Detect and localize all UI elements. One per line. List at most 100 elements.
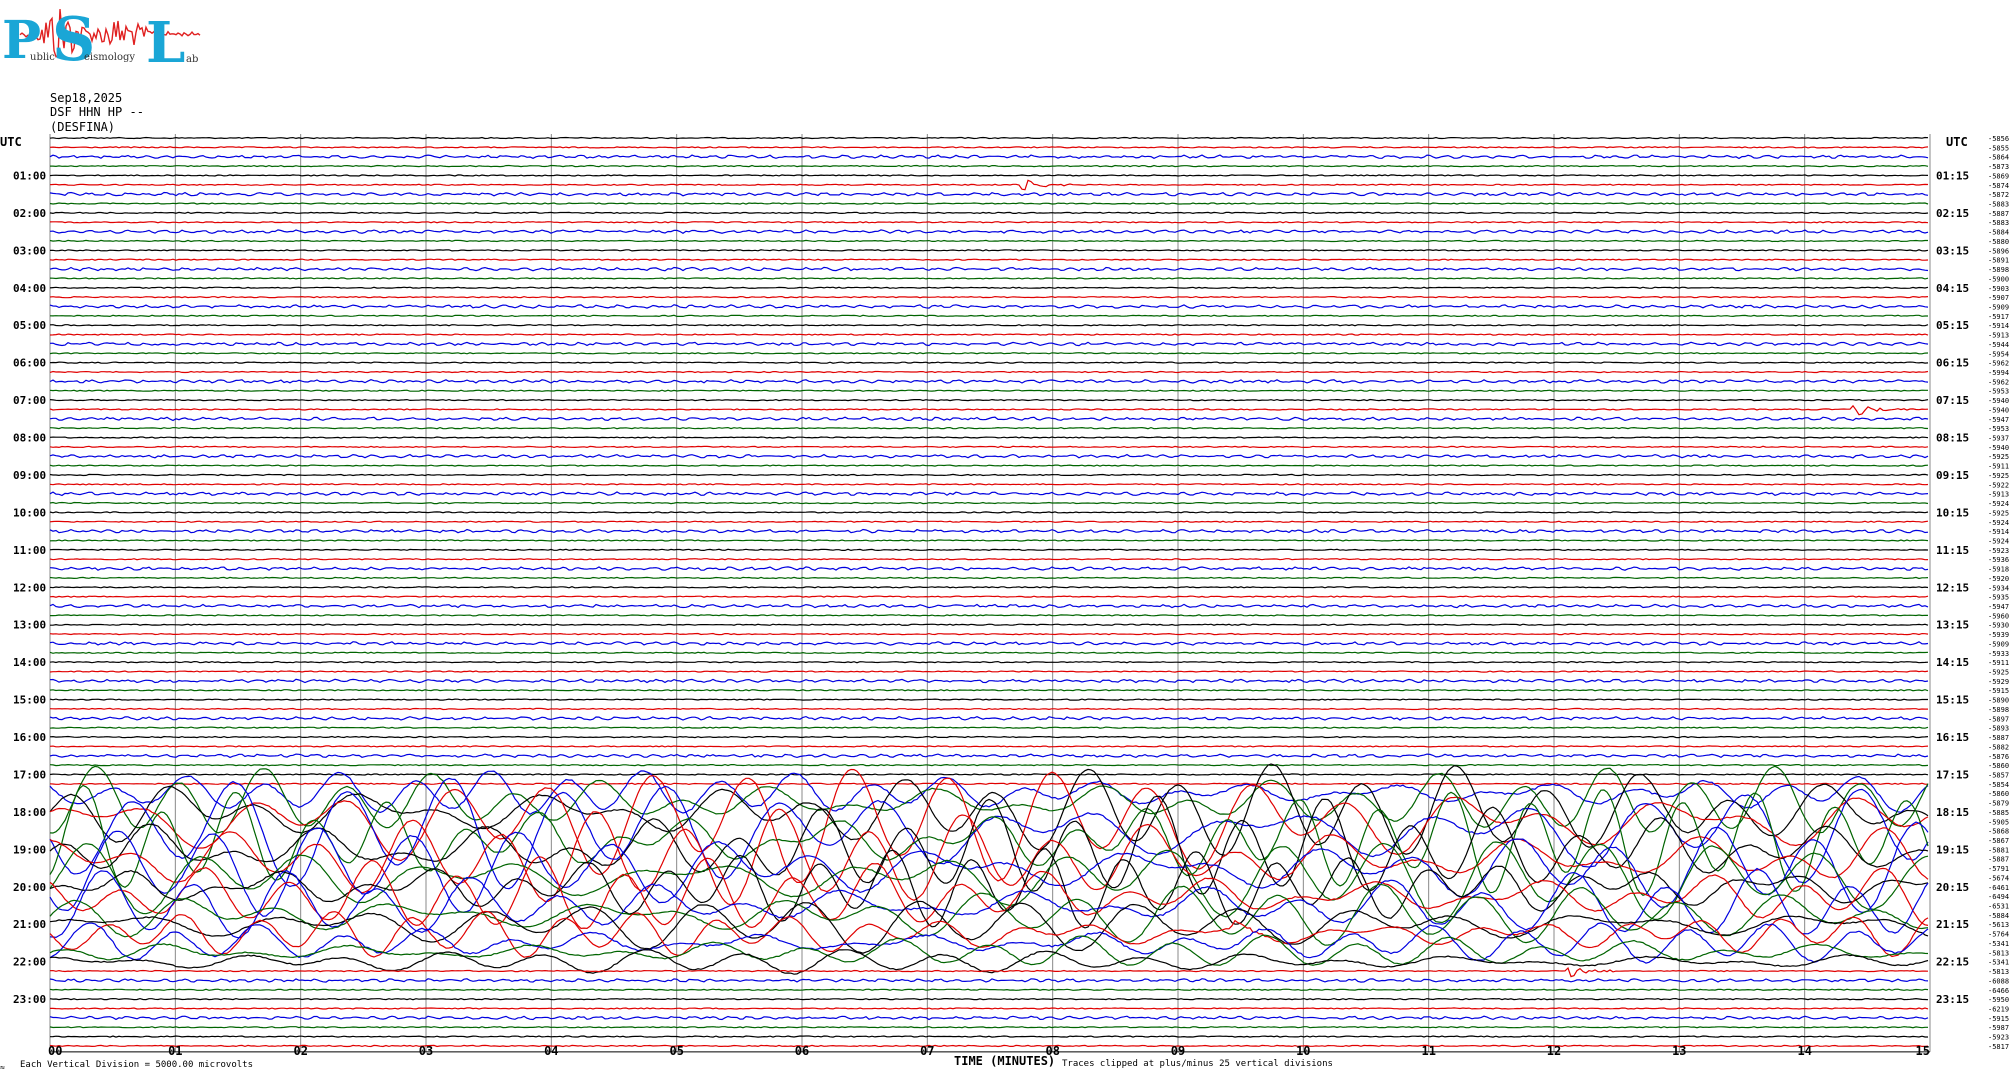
trace-offset-label: -5987 bbox=[1988, 1024, 2009, 1032]
trace-offset-label: -5920 bbox=[1988, 575, 2009, 583]
trace-line bbox=[49, 473, 1929, 477]
trace-offset-label: -5864 bbox=[1988, 154, 2009, 162]
trace-offset-label: -5880 bbox=[1988, 238, 2009, 246]
hour-label-right: 06:15 bbox=[1936, 357, 1969, 370]
trace-offset-label: -5893 bbox=[1988, 725, 2009, 733]
hour-label-left: 17:00 bbox=[13, 769, 46, 782]
trace-line bbox=[49, 539, 1929, 542]
hour-label-right: 18:15 bbox=[1936, 806, 1969, 819]
hour-label-right: 04:15 bbox=[1936, 282, 1969, 295]
hour-label-right: 23:15 bbox=[1936, 993, 1969, 1006]
logo-letter-l: L bbox=[146, 10, 185, 76]
trace-line bbox=[49, 361, 1929, 364]
trace-offset-label: -5925 bbox=[1988, 669, 2009, 677]
hour-label-right: 20:15 bbox=[1936, 881, 1969, 894]
hour-label-left: 16:00 bbox=[13, 731, 46, 744]
clip-note: Traces clipped at plus/minus 25 vertical… bbox=[1062, 1059, 1333, 1069]
trace-line bbox=[49, 491, 1929, 497]
x-tick-label: 04 bbox=[544, 1044, 558, 1058]
trace-offset-label: -5924 bbox=[1988, 519, 2009, 527]
trace-offset-label: -5947 bbox=[1988, 603, 2009, 611]
right-hour-labels: 01:15 02:15 03:15 04:15 05:15 06:15 07:15 08:15… bbox=[1936, 169, 1969, 1006]
trace-line bbox=[49, 773, 1929, 776]
trace-offset-label: -5915 bbox=[1988, 687, 2009, 695]
trace-offset-label: -5903 bbox=[1988, 285, 2009, 293]
hour-label-left: 05:00 bbox=[13, 319, 46, 332]
trace-line bbox=[49, 566, 1929, 571]
trace-offset-label: -5917 bbox=[1988, 313, 2009, 321]
trace-offset-label: -5940 bbox=[1988, 444, 2009, 452]
x-tick-label: 11 bbox=[1421, 1044, 1435, 1058]
trace-line bbox=[49, 379, 1929, 384]
trace-offset-label: -5930 bbox=[1988, 622, 2009, 630]
trace-offset-label: -5937 bbox=[1988, 435, 2009, 443]
trace-offset-label: -5897 bbox=[1988, 715, 2009, 723]
hour-label-right: 19:15 bbox=[1936, 843, 1969, 856]
trace-offset-label: -5881 bbox=[1988, 846, 2009, 854]
x-tick-label: 09 bbox=[1171, 1044, 1185, 1058]
trace-line bbox=[49, 314, 1928, 318]
hour-label-left: 20:00 bbox=[13, 881, 46, 894]
trace-line bbox=[50, 623, 1929, 626]
trace-line bbox=[49, 277, 1929, 280]
trace-line bbox=[49, 997, 1929, 1001]
trace-offset-label: -5873 bbox=[1988, 163, 2009, 171]
trace-offset-label: -5953 bbox=[1988, 425, 2009, 433]
logo-word-1: ublic bbox=[30, 52, 55, 63]
header-date: Sep18,2025 bbox=[50, 91, 122, 105]
trace-line bbox=[49, 548, 1929, 552]
trace-offset-label: -6466 bbox=[1988, 987, 2009, 995]
trace-offset-label: -5872 bbox=[1988, 191, 2009, 199]
hour-label-left: 04:00 bbox=[13, 282, 46, 295]
trace-offset-label: -6461 bbox=[1988, 884, 2009, 892]
minute-grid bbox=[49, 134, 1931, 1053]
trace-offset-label: -5900 bbox=[1988, 275, 2009, 283]
trace-line bbox=[49, 735, 1929, 739]
hour-label-left: 14:00 bbox=[13, 656, 46, 669]
hour-label-left: 23:00 bbox=[13, 993, 46, 1006]
trace-offset-label: -5911 bbox=[1988, 463, 2009, 471]
trace-offset-label: -5911 bbox=[1988, 659, 2009, 667]
trace-offset-label: -5764 bbox=[1988, 931, 2009, 939]
hour-label-left: 10:00 bbox=[13, 506, 46, 519]
hour-label-right: 03:15 bbox=[1936, 244, 1969, 257]
trace-line bbox=[50, 164, 1929, 168]
helicorder-plot: P S L ublic eismology ab Sep18,2025 DSF … bbox=[0, 5, 2009, 1072]
trace-lines bbox=[49, 136, 1929, 1048]
trace-offset-label: -6494 bbox=[1988, 893, 2009, 901]
trace-line bbox=[49, 146, 1929, 149]
trace-offset-label: -5935 bbox=[1988, 594, 2009, 602]
trace-line bbox=[50, 614, 1929, 617]
trace-offset-label: -5817 bbox=[1988, 1043, 2009, 1051]
trace-offset-label: -5791 bbox=[1988, 865, 2009, 873]
trace-line bbox=[49, 603, 1929, 609]
trace-offset-label: -5909 bbox=[1988, 640, 2009, 648]
header-channel: DSF HHN HP -- bbox=[50, 105, 144, 119]
trace-offset-label: -5813 bbox=[1988, 949, 2009, 957]
hour-label-right: 15:15 bbox=[1936, 694, 1969, 707]
hour-label-left: 22:00 bbox=[13, 956, 46, 969]
trace-line bbox=[49, 453, 1929, 459]
trace-offset-label: -5891 bbox=[1988, 257, 2009, 265]
trace-offset-label: -6219 bbox=[1988, 1006, 2009, 1014]
x-tick-label: 12 bbox=[1547, 1044, 1561, 1058]
trace-line bbox=[49, 389, 1928, 392]
trace-line bbox=[49, 595, 1929, 598]
trace-line bbox=[49, 370, 1929, 374]
hour-label-right: 12:15 bbox=[1936, 581, 1969, 594]
trace-line bbox=[49, 745, 1929, 748]
trace-line bbox=[49, 398, 1929, 402]
trace-offset-label: -5876 bbox=[1988, 753, 2009, 761]
x-tick-label: 03 bbox=[419, 1044, 433, 1058]
trace-line bbox=[49, 1044, 1929, 1048]
trace-offset-label: -5887 bbox=[1988, 856, 2009, 864]
trace-line bbox=[49, 660, 1929, 664]
trace-offset-label: -5954 bbox=[1988, 350, 2009, 358]
trace-offset-label: -5936 bbox=[1988, 556, 2009, 564]
trace-offset-label: -5898 bbox=[1988, 266, 2009, 274]
trace-offset-label: -5341 bbox=[1988, 959, 2009, 967]
logo-letter-s: S bbox=[52, 5, 95, 75]
hour-label-left: 01:00 bbox=[13, 169, 46, 182]
trace-offset-label: -5913 bbox=[1988, 332, 2009, 340]
trace-offset-label: -5813 bbox=[1988, 968, 2009, 976]
